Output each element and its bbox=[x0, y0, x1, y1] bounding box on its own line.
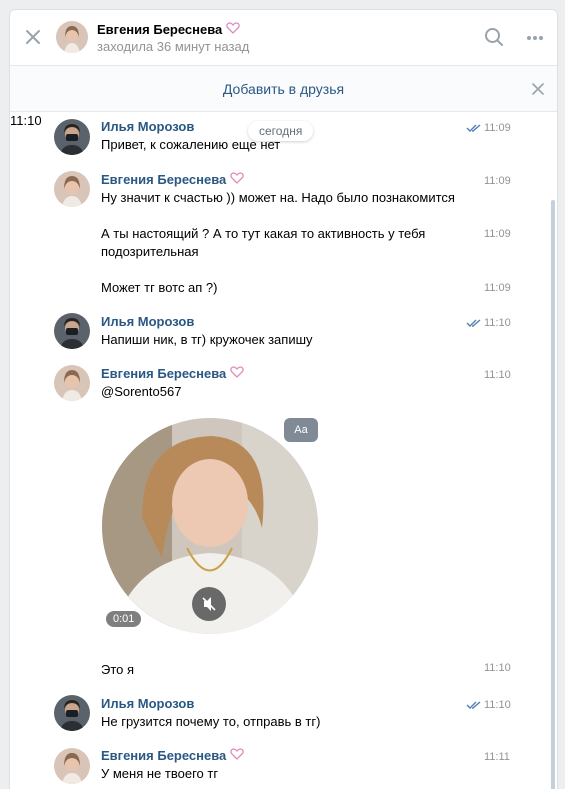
heart-icon bbox=[230, 172, 245, 187]
add-friend-button[interactable]: Добавить в друзья bbox=[10, 81, 557, 97]
message-text: У меня не твоего тг bbox=[101, 766, 219, 781]
message-text: Привет, к сожалению еще нет bbox=[101, 137, 281, 152]
more-icon[interactable] bbox=[526, 35, 544, 41]
contact-name[interactable]: Евгения Береснева bbox=[97, 22, 241, 37]
message-text: Ну значит к счастью )) может на. Надо бы… bbox=[101, 190, 455, 205]
read-check-icon bbox=[466, 701, 481, 709]
avatar[interactable] bbox=[54, 748, 90, 784]
read-check-icon bbox=[466, 319, 481, 327]
message-text: Напиши ник, в тг) кружочек запишу bbox=[101, 332, 313, 347]
avatar[interactable] bbox=[54, 119, 90, 155]
message-author[interactable]: Евгения Береснева bbox=[101, 366, 245, 381]
message-time: 11:11 bbox=[484, 751, 510, 763]
transcribe-button[interactable]: Aa bbox=[284, 418, 318, 442]
message-text: Это я bbox=[101, 662, 135, 677]
message-time: 11:10 bbox=[484, 662, 511, 674]
message-text: Не грузится почему то, отправь в тг) bbox=[101, 714, 321, 729]
message-time: 11:09 bbox=[484, 228, 511, 240]
avatar[interactable] bbox=[54, 313, 90, 349]
message-author[interactable]: Илья Морозов bbox=[101, 119, 194, 134]
add-friend-bar: Добавить в друзья bbox=[10, 66, 557, 112]
message-author[interactable]: Евгения Береснева bbox=[101, 748, 245, 763]
last-seen-status: заходила 36 минут назад bbox=[97, 39, 250, 54]
message-author[interactable]: Илья Морозов bbox=[101, 696, 194, 711]
message-author[interactable]: Евгения Береснева bbox=[101, 172, 245, 187]
search-icon[interactable] bbox=[484, 27, 504, 47]
read-check-icon bbox=[466, 124, 481, 132]
close-icon[interactable] bbox=[532, 83, 544, 95]
scrollbar[interactable] bbox=[551, 200, 555, 789]
heart-icon bbox=[230, 748, 245, 763]
message-list: Илья Морозов сегодня Привет, к сожалению… bbox=[10, 113, 557, 789]
avatar[interactable] bbox=[54, 695, 90, 731]
message-time: 11:10 bbox=[484, 699, 511, 711]
chat-header: Евгения Береснева заходила 36 минут наза… bbox=[10, 10, 557, 66]
message-time: 11:09 bbox=[484, 122, 511, 134]
message-author[interactable]: Илья Морозов bbox=[101, 314, 194, 329]
message-text: А ты настоящий ? А то тут какая то актив… bbox=[101, 226, 426, 259]
message-time: 11:09 bbox=[484, 175, 511, 187]
message-text: @Sorento567 bbox=[101, 384, 182, 399]
mute-icon[interactable] bbox=[192, 587, 226, 621]
chat-window: Евгения Береснева заходила 36 минут наза… bbox=[9, 9, 558, 789]
avatar[interactable] bbox=[54, 171, 90, 207]
video-duration: 0:01 bbox=[106, 611, 142, 627]
avatar[interactable] bbox=[56, 21, 88, 53]
avatar[interactable] bbox=[54, 365, 90, 401]
message-text: Может тг вотс ап ?) bbox=[101, 280, 218, 295]
heart-icon bbox=[226, 22, 241, 37]
message-time: 11:10 bbox=[484, 369, 511, 381]
heart-icon bbox=[230, 366, 245, 381]
close-icon[interactable] bbox=[24, 28, 42, 46]
message-time: 11:09 bbox=[484, 282, 511, 294]
message-time: 11:10 bbox=[484, 317, 511, 329]
